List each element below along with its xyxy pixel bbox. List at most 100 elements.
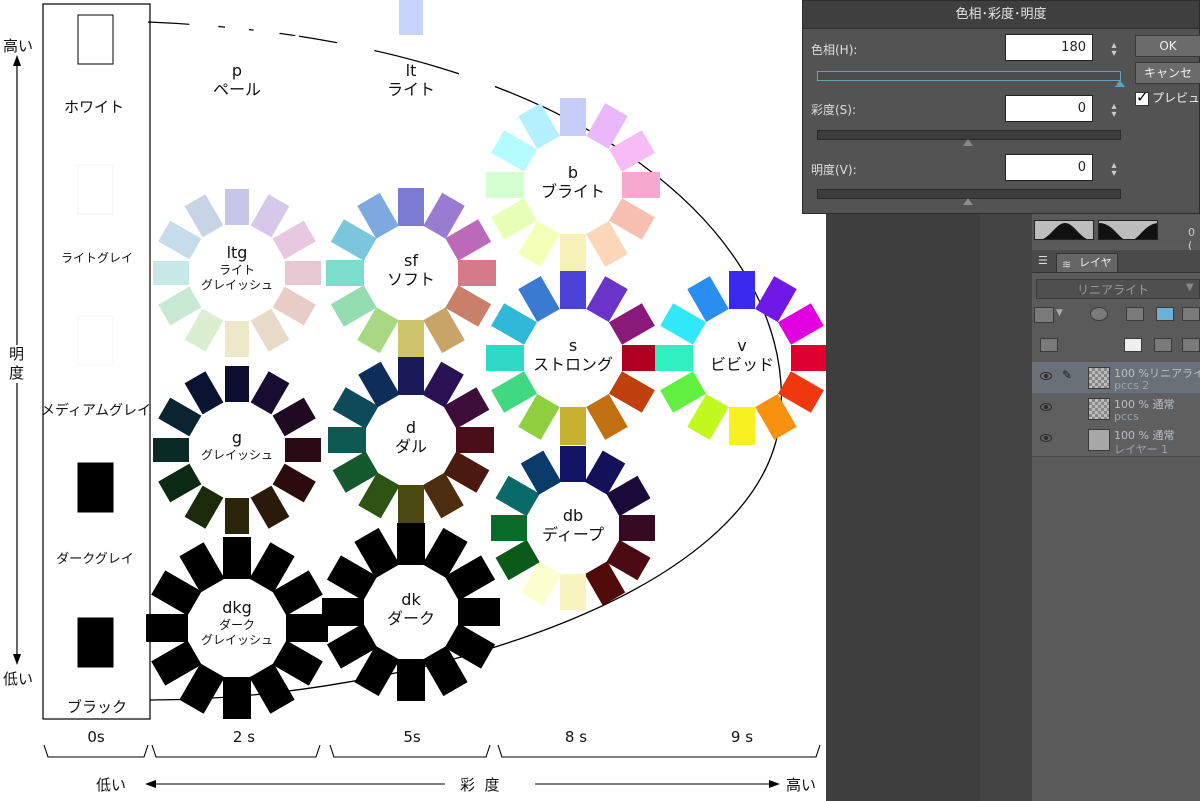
value-label: 明度(V):	[811, 163, 857, 177]
palette-icon[interactable]	[1156, 307, 1174, 321]
layer-stack-icon[interactable]	[1040, 338, 1058, 352]
tone-swatch	[250, 308, 290, 352]
layer-name: pccs 2	[1114, 379, 1150, 392]
drawing-canvas[interactable]: ホワイト ライトグレイ メディアムグレイ ダークグレイ ブラック 高い 明度 低…	[0, 0, 826, 801]
hue-input[interactable]	[1005, 34, 1093, 61]
grey-label-black: ブラック	[66, 698, 128, 716]
grey-swatch	[77, 617, 114, 668]
tone-swatch	[225, 498, 249, 534]
tone-swatch	[397, 523, 425, 565]
layer-row-pccs2[interactable]: ✎ 100 %リニアライト pccs 2	[1032, 362, 1200, 395]
curve-preview-right[interactable]	[1098, 220, 1158, 240]
layer-thumbnail	[1088, 367, 1110, 389]
layer-color-chevron-icon[interactable]: ▼	[1056, 308, 1063, 318]
tone-swatch	[456, 427, 494, 453]
tone-swatch	[622, 172, 660, 198]
tone-swatch	[398, 188, 424, 226]
saturation-arrow-left-icon	[145, 780, 156, 788]
hue-spin-icon[interactable]: ▴ ▾	[1109, 41, 1119, 59]
tone-swatch	[184, 308, 224, 352]
preview-label: プレビュー	[1152, 91, 1200, 105]
tone-name-label: ダル	[394, 437, 428, 456]
tone-swatch	[160, 71, 194, 95]
delete-layer-icon[interactable]	[1182, 338, 1200, 352]
tone-code-label: p	[231, 61, 243, 80]
ok-button[interactable]: OK	[1135, 35, 1200, 57]
brightness-title-label: 明度	[9, 345, 25, 383]
layer-name: レイヤー 1	[1114, 443, 1169, 456]
visibility-eye-icon[interactable]	[1040, 372, 1052, 380]
cancel-button[interactable]: キャンセル	[1135, 62, 1200, 84]
tone-swatch	[358, 4, 398, 48]
saturation-slider-knob[interactable]	[963, 139, 973, 146]
tone-swatch	[328, 427, 366, 453]
tone-swatch	[285, 438, 321, 462]
saturation-high-label: 高い	[786, 776, 817, 794]
layer-tab[interactable]: ≋ レイヤー	[1056, 253, 1118, 287]
tone-swatch	[560, 271, 586, 309]
grey-swatch	[77, 315, 114, 366]
tone-swatch	[655, 345, 693, 371]
tone-swatch	[458, 260, 496, 286]
tone-code-label: dk	[401, 590, 421, 609]
value-slider-knob[interactable]	[963, 198, 973, 205]
hue-slider[interactable]	[817, 71, 1121, 81]
tone-swatch	[158, 286, 202, 326]
tone-name-label: ライト グレイッシュ	[200, 263, 274, 292]
tone-swatch	[486, 172, 524, 198]
reference-icon[interactable]	[1126, 307, 1144, 321]
saturation-input[interactable]	[1005, 95, 1093, 122]
brace-2s	[151, 744, 321, 758]
new-layer-icon[interactable]	[1124, 338, 1142, 352]
new-folder-icon[interactable]	[1154, 338, 1172, 352]
tone-swatch	[399, 131, 423, 167]
tone-swatch	[158, 397, 202, 437]
tone-name-label: ダーク グレイッシュ	[200, 618, 274, 647]
preview-checkbox[interactable]	[1135, 88, 1149, 106]
tone-swatch	[327, 71, 363, 95]
panel-divider	[980, 214, 1032, 801]
blend-dropdown-chevron-icon[interactable]: ▼	[1186, 282, 1194, 293]
dialog-title[interactable]: 色相･彩度･明度	[803, 1, 1199, 29]
tone-swatch	[250, 485, 290, 529]
tone-swatch	[184, 194, 224, 238]
tone-swatch	[729, 271, 755, 309]
tone-name-label: ブライト	[540, 182, 606, 201]
value-input[interactable]	[1005, 154, 1093, 181]
tone-swatch	[153, 261, 189, 285]
grey-label-mediumgrey: メディアムグレイ	[40, 403, 152, 419]
blend-mode-select[interactable]: リニアライト	[1036, 279, 1200, 299]
tone-swatch	[146, 614, 188, 642]
tone-swatch	[397, 659, 425, 701]
tone-name-label: ソフト	[386, 270, 436, 289]
layer-tool-row-1: ▼	[1032, 307, 1200, 333]
layers-stack-icon: ≋	[1062, 258, 1072, 271]
visibility-eye-icon[interactable]	[1040, 434, 1052, 442]
workspace-background	[826, 214, 1032, 801]
tone-swatch	[223, 677, 251, 719]
layer-row-pccs[interactable]: 100 % 通常 pccs	[1032, 393, 1200, 426]
mask-icon[interactable]	[1090, 307, 1108, 321]
lock-icon[interactable]	[1182, 307, 1200, 321]
tone-name-label: グレイッシュ	[200, 448, 274, 462]
tone-swatch	[272, 220, 316, 260]
layer-row-layer1[interactable]: 100 % 通常 レイヤー 1	[1032, 424, 1200, 457]
tone-swatch	[619, 515, 655, 541]
layer-color-icon[interactable]	[1034, 307, 1054, 323]
hue-slider-knob[interactable]	[1115, 80, 1125, 87]
panel-menu-icon[interactable]: ☰	[1038, 254, 1048, 267]
saturation-tick-0s: 0s	[87, 728, 105, 746]
curve-preview-left[interactable]	[1034, 220, 1094, 240]
saturation-spin-icon[interactable]: ▴ ▾	[1109, 102, 1119, 120]
value-spin-icon[interactable]: ▴ ▾	[1109, 161, 1119, 179]
grey-swatch	[77, 462, 114, 513]
visibility-eye-icon[interactable]	[1040, 403, 1052, 411]
brush-curve-area	[1032, 218, 1200, 244]
saturation-tick-9s: 9 s	[730, 728, 754, 746]
preview-checkbox-row[interactable]: プレビュー	[1135, 88, 1200, 106]
tone-code-label: b	[567, 163, 579, 182]
layer-name: pccs	[1114, 410, 1139, 423]
saturation-tick-5s: 5s	[403, 728, 421, 746]
hue-saturation-value-dialog[interactable]: 色相･彩度･明度 色相(H): ▴▾ 彩度(S): ▴▾ 明度(V): ▴▾ O…	[802, 0, 1200, 214]
tone-swatch	[398, 320, 424, 358]
